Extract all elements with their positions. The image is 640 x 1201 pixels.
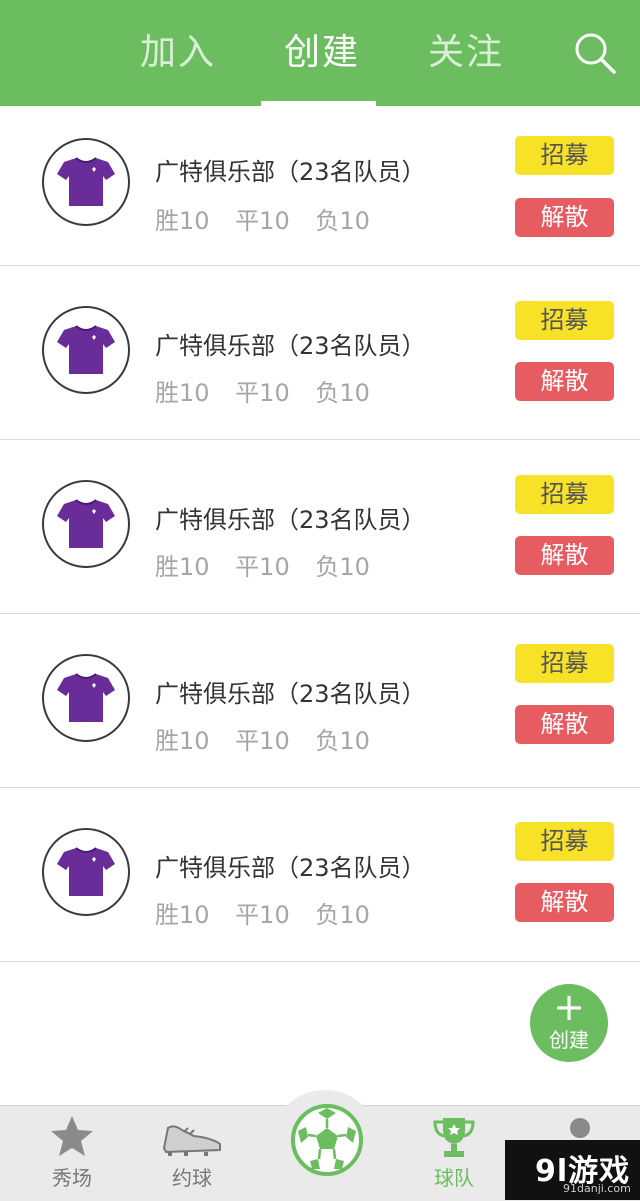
team-avatar (42, 654, 130, 742)
soccer-ball-icon (291, 1104, 363, 1176)
team-record: 胜10 平10 负10 (155, 721, 388, 756)
jersey-icon (57, 847, 115, 896)
top-bar: 加入 创建 关注 (0, 0, 640, 106)
nav-item-match[interactable]: 约球 (142, 1106, 242, 1201)
disband-button[interactable]: 解散 (515, 536, 614, 575)
draws-count: 平10 (235, 901, 290, 929)
search-icon (575, 33, 616, 74)
search-button[interactable] (572, 30, 618, 76)
team-name: 广特俱乐部（23名队员） (155, 506, 426, 534)
team-avatar (42, 480, 130, 568)
team-row[interactable]: 广特俱乐部（23名队员） 胜10 平10 负10 招募 解散 (0, 788, 640, 962)
losses-count: 负10 (315, 901, 370, 929)
team-row[interactable]: 广特俱乐部（23名队员） 胜10 平10 负10 招募 解散 (0, 614, 640, 788)
recruit-button[interactable]: 招募 (515, 644, 614, 683)
create-team-button[interactable]: + 创建 (530, 984, 608, 1062)
team-row[interactable]: 广特俱乐部（23名队员） 胜10 平10 负10 招募 解散 (0, 266, 640, 440)
star-icon (51, 1116, 93, 1156)
trophy-icon (433, 1118, 475, 1157)
recruit-button[interactable]: 招募 (515, 475, 614, 514)
losses-count: 负10 (315, 379, 370, 407)
team-name: 广特俱乐部（23名队员） (155, 680, 426, 708)
nav-label-match: 约球 (172, 1166, 212, 1190)
wins-count: 胜10 (155, 727, 210, 755)
soccer-shoe-icon (162, 1125, 221, 1156)
draws-count: 平10 (235, 207, 290, 235)
tab-follow[interactable]: 关注 (428, 30, 504, 76)
jersey-icon (57, 325, 115, 374)
team-list: 广特俱乐部（23名队员） 胜10 平10 负10 招募 解散 广特俱乐部（23名… (0, 106, 640, 962)
wins-count: 胜10 (155, 553, 210, 581)
wins-count: 胜10 (155, 207, 210, 235)
disband-button[interactable]: 解散 (515, 198, 614, 237)
nav-label-show: 秀场 (52, 1166, 92, 1190)
wins-count: 胜10 (155, 901, 210, 929)
tab-create[interactable]: 创建 (284, 30, 360, 76)
recruit-button[interactable]: 招募 (515, 301, 614, 340)
jersey-icon (57, 499, 115, 548)
team-name: 广特俱乐部（23名队员） (155, 158, 426, 186)
nav-label-team: 球队 (434, 1166, 474, 1190)
nav-icon-wrap (404, 1114, 504, 1162)
jersey-icon (57, 673, 115, 722)
watermark-logo: 9l游戏 91danji.com (505, 1140, 640, 1200)
wins-count: 胜10 (155, 379, 210, 407)
disband-button[interactable]: 解散 (515, 705, 614, 744)
tab-join[interactable]: 加入 (140, 30, 216, 76)
team-record: 胜10 平10 负10 (155, 547, 388, 582)
team-avatar (42, 306, 130, 394)
jersey-icon (57, 157, 115, 206)
team-record: 胜10 平10 负10 (155, 201, 388, 236)
draws-count: 平10 (235, 379, 290, 407)
team-name: 广特俱乐部（23名队员） (155, 332, 426, 360)
team-row[interactable]: 广特俱乐部（23名队员） 胜10 平10 负10 招募 解散 (0, 440, 640, 614)
team-record: 胜10 平10 负10 (155, 895, 388, 930)
recruit-button[interactable]: 招募 (515, 822, 614, 861)
draws-count: 平10 (235, 727, 290, 755)
team-row[interactable]: 广特俱乐部（23名队员） 胜10 平10 负10 招募 解散 (0, 106, 640, 266)
team-name: 广特俱乐部（23名队员） (155, 854, 426, 882)
plus-icon: + (553, 985, 585, 1029)
nav-icon-wrap (22, 1114, 122, 1162)
losses-count: 负10 (315, 207, 370, 235)
disband-button[interactable]: 解散 (515, 883, 614, 922)
team-record: 胜10 平10 负10 (155, 373, 388, 408)
center-ball-button[interactable] (290, 1103, 364, 1177)
create-team-label: 创建 (549, 1028, 589, 1052)
losses-count: 负10 (315, 553, 370, 581)
nav-item-show[interactable]: 秀场 (22, 1106, 122, 1201)
team-avatar (42, 138, 130, 226)
watermark-url: 91danji.com (563, 1182, 631, 1195)
nav-item-team[interactable]: 球队 (404, 1106, 504, 1201)
recruit-button[interactable]: 招募 (515, 136, 614, 175)
team-avatar (42, 828, 130, 916)
nav-icon-wrap (142, 1114, 242, 1162)
losses-count: 负10 (315, 727, 370, 755)
disband-button[interactable]: 解散 (515, 362, 614, 401)
draws-count: 平10 (235, 553, 290, 581)
